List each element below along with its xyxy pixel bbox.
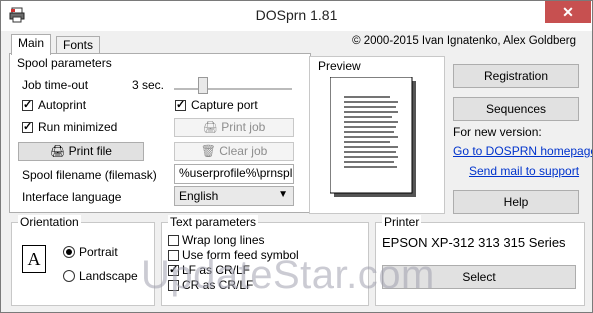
wrap-lines-checkbox[interactable]: [168, 235, 179, 246]
slider-thumb[interactable]: [198, 77, 208, 94]
wrap-lines-label: Wrap long lines: [182, 233, 265, 247]
job-timeout-slider[interactable]: [174, 74, 292, 94]
spool-parameters-group: Spool parameters Job time-out 3 sec. Aut…: [9, 53, 311, 213]
sequences-button[interactable]: Sequences: [453, 97, 579, 121]
tab-fonts-label: Fonts: [63, 38, 94, 52]
capture-port-label: Capture port: [191, 98, 258, 112]
orientation-icon-letter: A: [27, 249, 41, 269]
text-parameters-label: Text parameters: [168, 215, 259, 229]
portrait-label: Portrait: [79, 245, 118, 259]
clear-icon: 🗑: [200, 144, 216, 158]
tab-main[interactable]: Main: [11, 34, 52, 55]
spool-parameters-label: Spool parameters: [15, 56, 114, 70]
copyright-text: © 2000-2015 Ivan Ignatenko, Alex Goldber…: [352, 35, 576, 47]
title-bar[interactable]: DOSprn 1.81 ✕: [1, 1, 592, 31]
support-link[interactable]: Send mail to support: [469, 164, 579, 178]
printer-name: EPSON XP-312 313 315 Series: [382, 235, 566, 250]
interface-language-select[interactable]: English ▼: [174, 186, 294, 206]
portrait-radio[interactable]: [63, 246, 75, 258]
preview-group: Preview: [309, 56, 445, 214]
page-preview-icon: [330, 77, 416, 197]
interface-language-value: English: [179, 189, 219, 203]
orientation-page-icon: A: [22, 245, 46, 273]
close-icon: ✕: [562, 4, 574, 20]
printer-label: Printer: [382, 215, 422, 229]
interface-language-label: Interface language: [22, 190, 122, 204]
landscape-radio[interactable]: [63, 270, 75, 282]
window-title: DOSprn 1.81: [255, 7, 338, 23]
print-file-button[interactable]: 🖨 Print file: [18, 142, 144, 161]
new-version-label: For new version:: [453, 125, 542, 139]
print-file-label: Print file: [68, 144, 112, 158]
clear-job-button[interactable]: 🗑 Clear job: [174, 142, 294, 161]
capture-port-checkbox[interactable]: [175, 98, 186, 111]
help-button[interactable]: Help: [453, 190, 579, 214]
registration-button[interactable]: Registration: [453, 64, 579, 88]
watermark: UpdateStar.com: [141, 253, 435, 297]
spool-filename-field[interactable]: %userprofile%\prnspl: [174, 164, 294, 184]
homepage-link[interactable]: Go to DOSPRN homepage: [453, 144, 592, 158]
tab-fonts[interactable]: Fonts: [56, 36, 101, 54]
autoprint-label: Autoprint: [38, 98, 87, 112]
print-file-icon: 🖨: [50, 144, 66, 158]
spool-filename-label: Spool filename (filemask): [22, 168, 157, 182]
run-minimized-checkbox[interactable]: [22, 120, 33, 133]
print-job-label: Print job: [221, 120, 266, 134]
job-timeout-label: Job time-out: [22, 78, 89, 92]
autoprint-checkbox[interactable]: [22, 98, 33, 111]
run-minimized-label: Run minimized: [38, 120, 118, 134]
printer-icon: 🖨: [202, 120, 218, 134]
landscape-label: Landscape: [79, 269, 138, 283]
orientation-group: Orientation A Portrait Landscape: [11, 215, 155, 306]
dosprn-window: DOSprn 1.81 ✕ Main Fonts © 2000-2015 Iva…: [0, 0, 593, 313]
preview-label: Preview: [318, 59, 361, 73]
tab-main-label: Main: [18, 36, 45, 50]
orientation-label: Orientation: [18, 215, 81, 229]
clear-job-label: Clear job: [219, 144, 268, 158]
job-timeout-value: 3 sec.: [132, 78, 165, 92]
close-button[interactable]: ✕: [545, 1, 591, 23]
chevron-down-icon: ▼: [278, 189, 288, 200]
print-job-button[interactable]: 🖨 Print job: [174, 118, 294, 137]
